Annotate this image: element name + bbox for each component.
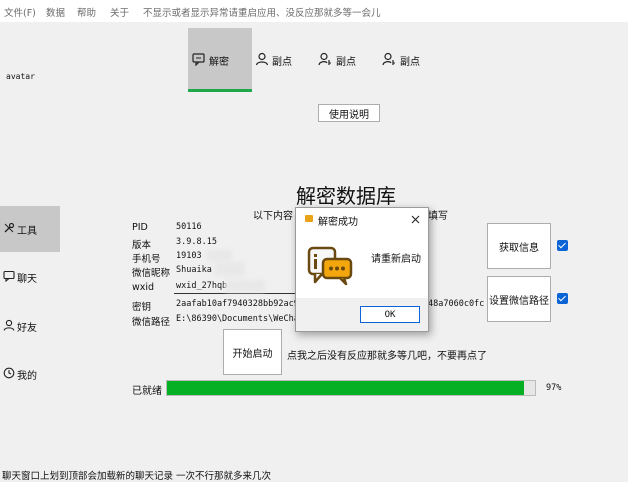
path-value: E:\86390\Documents\WeChat (176, 314, 304, 324)
help-button[interactable]: 使用说明 (318, 104, 380, 122)
menu-data[interactable]: 数据 (46, 5, 65, 19)
sidebar-item-label: 工具 (17, 226, 37, 237)
redaction-blur (225, 280, 265, 292)
nickname-label: 微信昵称 (132, 268, 171, 279)
tab-point-3[interactable]: 副点 (380, 28, 444, 92)
ok-button[interactable]: OK (360, 306, 420, 323)
dialog-footer: OK (296, 298, 428, 331)
sidebar-item-mine[interactable]: 我的 (0, 350, 60, 396)
tab-point-3-label: 副点 (400, 57, 420, 68)
dialog-titlebar: 解密成功 (296, 208, 428, 230)
path-label: 微信路径 (132, 317, 171, 328)
page-title: 解密数据库 (296, 184, 396, 208)
set-path-checkbox[interactable] (557, 293, 568, 304)
info-chat-icon (307, 246, 353, 286)
sidebar-item-label: 聊天 (17, 274, 37, 285)
pid-label: PID (132, 222, 148, 233)
progress-fill (167, 381, 524, 395)
get-info-checkbox[interactable] (557, 240, 568, 251)
tab-point-2[interactable]: 副点 (316, 28, 380, 92)
menu-help[interactable]: 帮助 (77, 5, 96, 19)
sidebar-item-chat[interactable]: 聊天 (0, 254, 60, 300)
tab-point-1-label: 副点 (272, 57, 292, 68)
sidebar-item-friends[interactable]: 好友 (0, 302, 60, 348)
menu-file[interactable]: 文件(F) (4, 5, 36, 19)
set-path-button[interactable]: 设置微信路径 (487, 276, 551, 322)
user-key-icon (382, 52, 395, 66)
user-icon (255, 52, 269, 66)
progress-label: 已就绪 (132, 386, 162, 397)
tab-point-1[interactable]: 副点 (252, 28, 316, 92)
get-info-button[interactable]: 获取信息 (487, 223, 551, 269)
start-hint: 点我之后没有反应那就多等几吧，不要再点了 (287, 351, 487, 362)
tools-icon (4, 222, 15, 233)
redaction-blur (206, 250, 232, 261)
chat-icon (3, 270, 15, 282)
subheading-left: 以下内容 (253, 211, 293, 222)
key-tail: 48a7060c0fc (428, 299, 485, 309)
tab-decrypt-label: 解密 (209, 57, 229, 68)
close-icon[interactable] (411, 215, 420, 224)
progress-bar (166, 380, 536, 396)
footer-hint: 聊天窗口上划到顶部会加载新的聊天记录 一次不行那就多来几次 (2, 471, 272, 482)
sidebar-item-label: 好友 (17, 323, 37, 334)
user-key-icon (318, 52, 331, 66)
chat-icon (192, 53, 205, 66)
sidebar-item-tools[interactable]: 工具 (0, 206, 60, 252)
phone-label: 手机号 (132, 254, 161, 265)
wxid-label: wxid (132, 282, 155, 293)
menu-notice: 不显示或者显示异常请重启应用、没反应那就多等一会儿 (143, 8, 381, 19)
subheading-right: 填写 (428, 211, 448, 222)
user-icon (3, 319, 15, 331)
phone-value: 19103 (176, 251, 202, 261)
tab-decrypt[interactable]: 解密 (188, 28, 252, 92)
key-value: 2aafab10af7940328bb92ac9d (176, 299, 304, 309)
nickname-value: Shuaika (176, 265, 212, 275)
tab-point-2-label: 副点 (336, 57, 356, 68)
menu-bar: 文件(F) 数据 帮助 关于 不显示或者显示异常请重启应用、没反应那就多等一会儿 (0, 0, 628, 22)
version-value: 3.9.8.15 (176, 237, 217, 247)
avatar: avatar (6, 72, 35, 81)
key-label: 密钥 (132, 302, 152, 313)
success-dialog: 解密成功 请重新启动 OK (295, 207, 429, 332)
dialog-title: 解密成功 (318, 217, 358, 228)
menu-about[interactable]: 关于 (110, 5, 129, 19)
app-icon (305, 215, 313, 222)
clock-icon (3, 367, 15, 379)
pid-value: 50116 (176, 222, 202, 232)
redaction-blur (215, 262, 245, 276)
progress-text: 97% (546, 383, 562, 393)
version-label: 版本 (132, 240, 152, 251)
wxid-value: wxid_27hqb (176, 281, 228, 291)
sidebar-item-label: 我的 (17, 371, 37, 382)
start-button[interactable]: 开始启动 (223, 329, 282, 375)
dialog-message: 请重新启动 (371, 254, 421, 265)
